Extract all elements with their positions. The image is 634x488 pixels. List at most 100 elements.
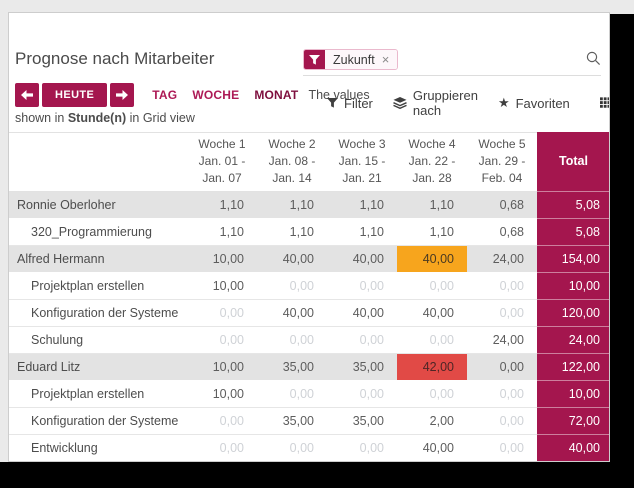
grid-cell[interactable]: 35,00 [257,408,327,435]
row-total: 24,00 [537,327,610,354]
grid-cell[interactable]: 35,00 [327,354,397,381]
task-name[interactable]: Konfiguration der Systeme [9,408,187,435]
filter-funnel-icon [327,98,338,108]
grid-cell[interactable]: 24,00 [467,246,537,273]
grid-cell[interactable]: 0,00 [467,354,537,381]
grid-cell[interactable]: 40,00 [397,435,467,462]
filter-funnel-icon [304,50,325,69]
grid-cell[interactable]: 0,00 [257,327,327,354]
task-name[interactable]: Schulung [9,327,187,354]
grid-cell[interactable]: 2,00 [397,408,467,435]
star-icon: ★ [498,95,510,111]
search-input[interactable]: Zukunft × [303,49,601,76]
window-shadow-right [610,14,634,488]
view-switcher [600,97,610,109]
grid-cell[interactable]: 0,00 [467,273,537,300]
grid-cell[interactable]: 0,00 [467,381,537,408]
facet-remove-button[interactable]: × [382,53,390,66]
grid-view-icon[interactable] [600,97,610,109]
grid-cell[interactable]: 0,00 [327,327,397,354]
grid-cell[interactable]: 0,00 [397,273,467,300]
task-name[interactable]: Konfiguration der Systeme [9,300,187,327]
grid-cell[interactable]: 40,00 [397,300,467,327]
employee-group-row: Eduard Litz10,0035,0035,0042,000,00122,0… [9,354,610,381]
grid-cell[interactable]: 35,00 [257,354,327,381]
grid-cell[interactable]: 0,68 [467,219,537,246]
row-total: 5,08 [537,219,610,246]
grid-body: Ronnie Oberloher1,101,101,101,100,685,08… [9,192,610,462]
range-day-button[interactable]: TAG [152,88,177,102]
task-row: Projektplan erstellen10,000,000,000,000,… [9,273,610,300]
info-unit: Stunde(n) [68,111,126,125]
grid-cell[interactable]: 1,10 [397,192,467,219]
grid-cell[interactable]: 0,00 [187,327,257,354]
today-button[interactable]: HEUTE [42,83,107,107]
highlighted-grid-cell[interactable]: 42,00 [397,354,467,381]
header-row: Prognose nach Mitarbeiter Zukunft × [15,49,601,75]
task-name[interactable]: Projektplan erstellen [9,273,187,300]
grid-cell[interactable]: 0,00 [257,273,327,300]
grid-cell[interactable]: 0,00 [187,408,257,435]
employee-name[interactable]: Eduard Litz [9,354,187,381]
grid-cell[interactable]: 40,00 [327,300,397,327]
employee-name[interactable]: Alfred Hermann [9,246,187,273]
grid-cell[interactable]: 1,10 [257,219,327,246]
grid-cell[interactable]: 1,10 [327,192,397,219]
range-week-button[interactable]: WOCHE [192,88,239,102]
highlighted-grid-cell[interactable]: 40,00 [397,246,467,273]
label-column-header [9,133,187,192]
grid-cell[interactable]: 0,00 [187,435,257,462]
task-name[interactable]: 320_Programmierung [9,219,187,246]
grid-cell[interactable]: 0,00 [397,327,467,354]
grid-cell[interactable]: 0,00 [187,300,257,327]
grid-cell[interactable]: 10,00 [187,273,257,300]
employee-name[interactable]: Ronnie Oberloher [9,192,187,219]
range-month-button[interactable]: MONAT [254,88,298,102]
next-button[interactable] [110,83,134,107]
grid-cell[interactable]: 0,00 [327,273,397,300]
grid-cell[interactable]: 10,00 [187,354,257,381]
task-name[interactable]: Entwicklung [9,435,187,462]
task-row: Entwicklung0,000,000,0040,000,0040,00 [9,435,610,462]
task-name[interactable]: Projektplan erstellen [9,381,187,408]
grid-header-row: Woche 1Jan. 01 -Jan. 07 Woche 2Jan. 08 -… [9,133,610,192]
grid-cell[interactable]: 24,00 [467,327,537,354]
grid-cell[interactable]: 0,00 [467,300,537,327]
grid-cell[interactable]: 0,00 [327,435,397,462]
grid-cell[interactable]: 1,10 [327,219,397,246]
employee-group-row: Ronnie Oberloher1,101,101,101,100,685,08 [9,192,610,219]
groupby-button[interactable]: Gruppieren nach [393,88,478,118]
grid-cell[interactable]: 0,00 [467,435,537,462]
prev-button[interactable] [15,83,39,107]
grid-cell[interactable]: 10,00 [187,381,257,408]
column-header-week3: Woche 3Jan. 15 -Jan. 21 [327,133,397,192]
grid-cell[interactable]: 1,10 [187,192,257,219]
grid-cell[interactable]: 35,00 [327,408,397,435]
column-header-week2: Woche 2Jan. 08 -Jan. 14 [257,133,327,192]
grid-cell[interactable]: 10,00 [187,246,257,273]
grid-cell[interactable]: 0,68 [467,192,537,219]
grid-cell[interactable]: 1,10 [397,219,467,246]
grid-cell[interactable]: 40,00 [327,246,397,273]
search-facet-label: Zukunft [333,53,375,67]
row-total: 120,00 [537,300,610,327]
grid-cell[interactable]: 0,00 [327,381,397,408]
arrow-left-icon [21,90,33,100]
window-shadow-bottom [0,462,634,488]
filter-button[interactable]: Filter [327,96,373,111]
row-total: 154,00 [537,246,610,273]
grid-cell[interactable]: 40,00 [257,246,327,273]
grid-cell[interactable]: 0,00 [467,408,537,435]
grid-cell[interactable]: 40,00 [257,300,327,327]
magnifier-icon[interactable] [586,51,601,66]
grid-cell[interactable]: 1,10 [257,192,327,219]
column-header-week4: Woche 4Jan. 22 -Jan. 28 [397,133,467,192]
search-facet: Zukunft × [303,49,398,70]
grid-cell[interactable]: 0,00 [257,435,327,462]
grid-cell[interactable]: 0,00 [397,381,467,408]
grid-cell[interactable]: 1,10 [187,219,257,246]
total-column-header: Total [537,133,610,192]
favorites-button[interactable]: ★ Favoriten [498,95,570,111]
grid-cell[interactable]: 0,00 [257,381,327,408]
column-header-week5: Woche 5Jan. 29 -Feb. 04 [467,133,537,192]
